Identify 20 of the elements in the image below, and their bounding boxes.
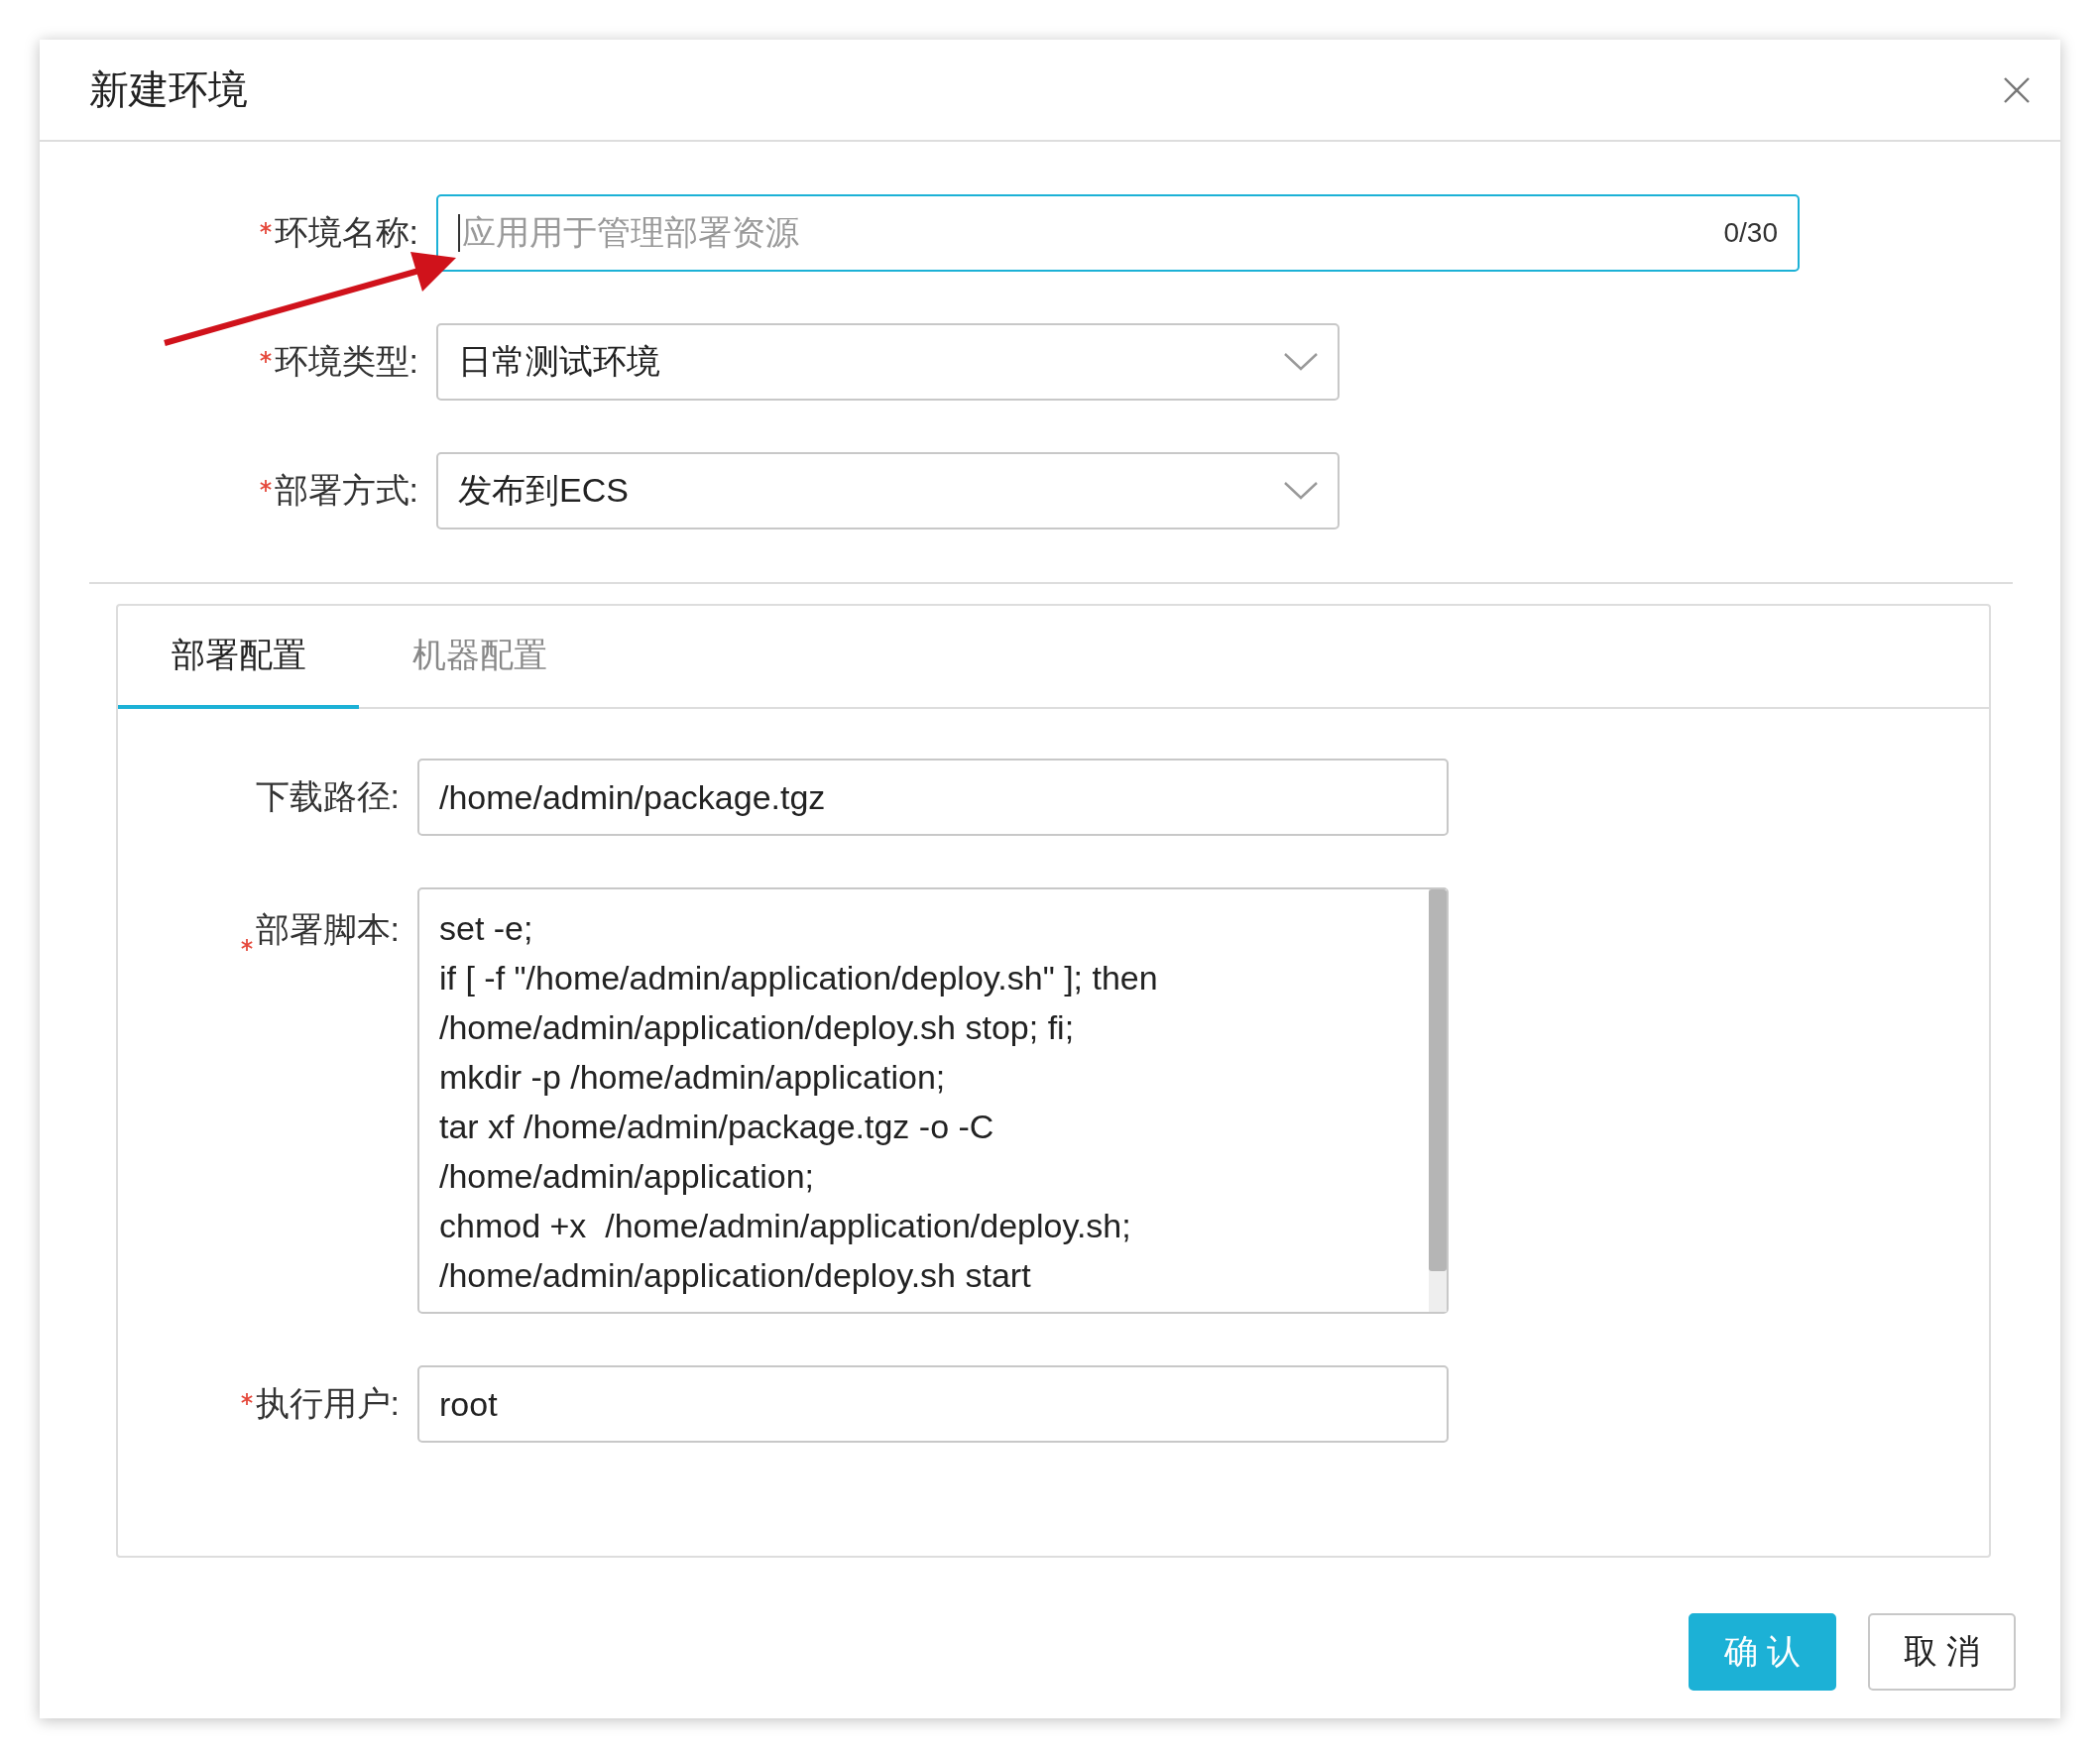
tab[interactable]: 机器配置: [359, 606, 600, 709]
tab[interactable]: 部署配置: [118, 606, 359, 709]
field-label: 部署脚本:: [255, 909, 400, 950]
select-dropdown[interactable]: 日常测试环境: [436, 323, 1340, 401]
script-textarea[interactable]: set -e; if [ -f "/home/admin/application/deploy.sh" ]; then /home/admin/application/deploy.sh stop; fi; mkdir -p /home/admin/application; tar xf /home/admin/package.tgz -o -C /home/admin/application; chmod +x /home/admin/application/deploy.sh; /home/admin/application/deploy.sh start: [417, 887, 1449, 1314]
field-label: 执行用户:: [255, 1383, 400, 1424]
field-label: 环境类型:: [274, 341, 418, 382]
field-label: 下载路径:: [255, 776, 400, 817]
chevron-down-icon: [1284, 353, 1318, 371]
field-label: 部署方式:: [274, 470, 418, 511]
close-icon[interactable]: [2003, 75, 2031, 104]
input-field[interactable]: 应用用于管理部署资源 0/30: [436, 194, 1800, 272]
chevron-down-icon: [1284, 482, 1318, 500]
cancel-button[interactable]: 取 消: [1868, 1613, 2016, 1691]
dialog-title: 新建环境: [89, 66, 248, 113]
select-dropdown[interactable]: 发布到ECS: [436, 452, 1340, 529]
scrollbar[interactable]: [1429, 889, 1447, 1312]
field-label: 环境名称:: [274, 212, 418, 253]
input-field[interactable]: root: [417, 1365, 1449, 1443]
input-field[interactable]: /home/admin/package.tgz: [417, 759, 1449, 836]
